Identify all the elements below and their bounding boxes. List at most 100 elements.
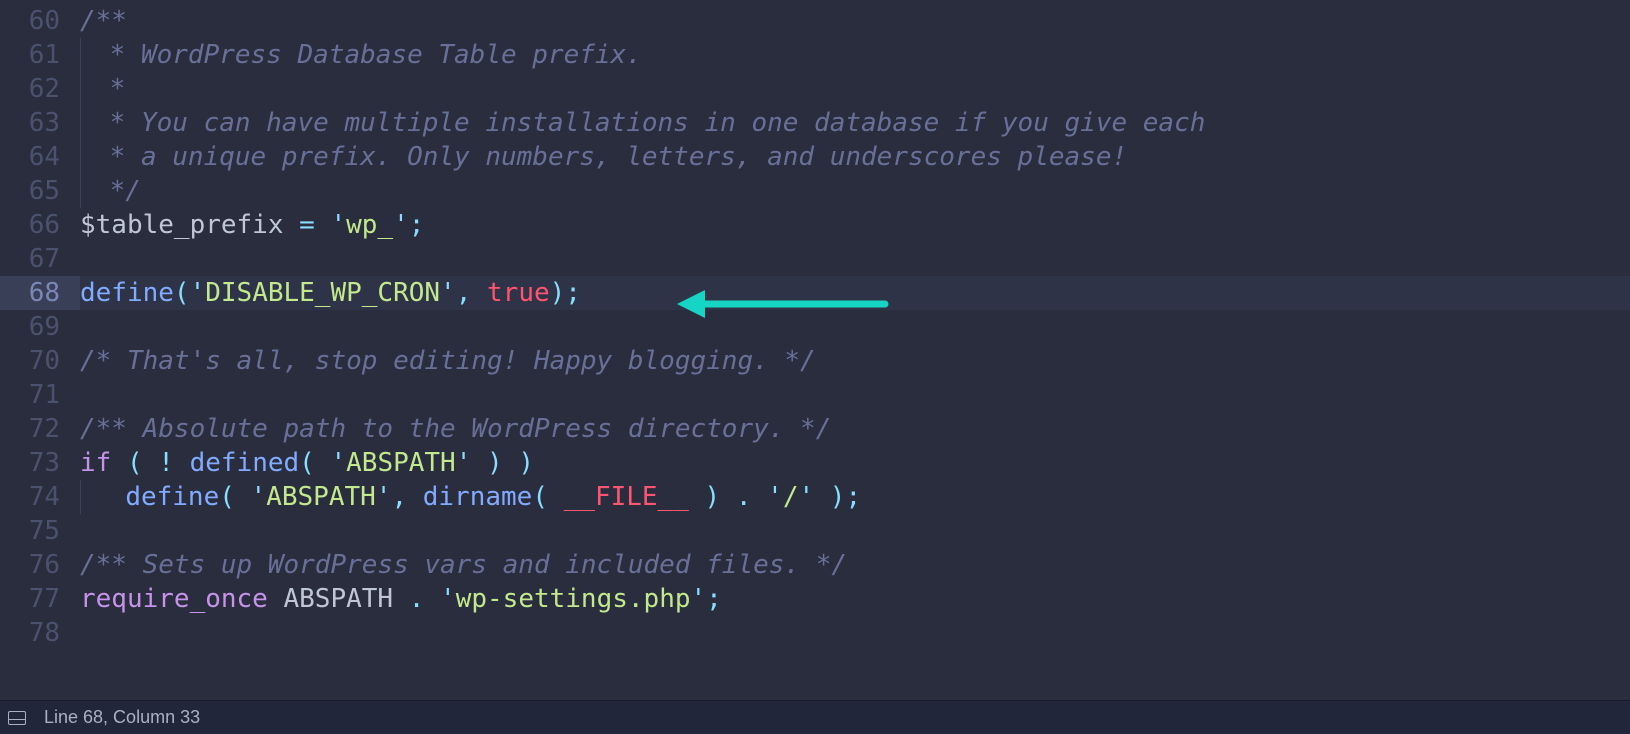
code-line[interactable]: 60/** [0,4,1630,38]
code-line[interactable]: 74 define( 'ABSPATH', dirname( __FILE__ … [0,480,1630,514]
token: * [94,74,125,104]
line-number[interactable]: 68 [0,276,80,310]
line-number[interactable]: 73 [0,446,80,480]
code-content[interactable]: * a unique prefix. Only numbers, letters… [80,140,1630,174]
token: ( [174,278,190,308]
token: ) [830,482,846,512]
code-content[interactable]: /** Absolute path to the WordPress direc… [80,412,1630,446]
token: DISABLE_WP_CRON [205,278,440,308]
token: defined [190,448,300,478]
code-line[interactable]: 68define('DISABLE_WP_CRON', true); [0,276,1630,310]
token: ' [440,584,456,614]
token: ; [845,482,861,512]
indent-guide [80,38,94,72]
code-line[interactable]: 70/* That's all, stop editing! Happy blo… [0,344,1630,378]
token: ' [393,210,409,240]
code-content[interactable]: require_once ABSPATH . 'wp-settings.php'… [80,582,1630,616]
code-content[interactable]: /** Sets up WordPress vars and included … [80,548,1630,582]
code-content[interactable]: * [80,72,1630,106]
code-line[interactable]: 75 [0,514,1630,548]
token [407,482,423,512]
line-number[interactable]: 70 [0,344,80,378]
token [424,584,440,614]
code-content[interactable]: /** [80,4,1630,38]
line-number[interactable]: 62 [0,72,80,106]
line-number[interactable]: 78 [0,616,80,650]
token [503,448,519,478]
token: ' [330,210,346,240]
token: ' [798,482,814,512]
token [720,482,736,512]
line-number[interactable]: 77 [0,582,80,616]
line-number[interactable]: 75 [0,514,80,548]
token: = [299,210,315,240]
code-content[interactable]: */ [80,174,1630,208]
token: ) [518,448,534,478]
token: /* That's all, stop editing! Happy blogg… [80,346,816,376]
token: . [736,482,752,512]
token [814,482,830,512]
code-content[interactable]: if ( ! defined( 'ABSPATH' ) ) [80,446,1630,480]
code-line[interactable]: 73if ( ! defined( 'ABSPATH' ) ) [0,446,1630,480]
code-line[interactable]: 63 * You can have multiple installations… [0,106,1630,140]
code-line[interactable]: 76/** Sets up WordPress vars and include… [0,548,1630,582]
token: /** Absolute path to the WordPress direc… [80,414,831,444]
line-number[interactable]: 72 [0,412,80,446]
code-line[interactable]: 64 * a unique prefix. Only numbers, lett… [0,140,1630,174]
code-line[interactable]: 71 [0,378,1630,412]
code-content[interactable]: define( 'ABSPATH', dirname( __FILE__ ) .… [80,480,1630,514]
code-line[interactable]: 62 * [0,72,1630,106]
code-line[interactable]: 66$table_prefix = 'wp_'; [0,208,1630,242]
code-line[interactable]: 77require_once ABSPATH . 'wp-settings.ph… [0,582,1630,616]
token [268,584,284,614]
code-line[interactable]: 67 [0,242,1630,276]
code-line[interactable]: 61 * WordPress Database Table prefix. [0,38,1630,72]
token: ' [190,278,206,308]
token: . [409,584,425,614]
token: wp_ [346,210,393,240]
line-number[interactable]: 67 [0,242,80,276]
code-line[interactable]: 72/** Absolute path to the WordPress dir… [0,412,1630,446]
line-number[interactable]: 76 [0,548,80,582]
line-number[interactable]: 65 [0,174,80,208]
token: ' [691,584,707,614]
code-content[interactable]: $table_prefix = 'wp_'; [80,208,1630,242]
code-line[interactable]: 78 [0,616,1630,650]
code-line[interactable]: 65 */ [0,174,1630,208]
line-number[interactable]: 71 [0,378,80,412]
line-number[interactable]: 60 [0,4,80,38]
token: /** [80,6,127,36]
code-content[interactable]: * You can have multiple installations in… [80,106,1630,140]
token [174,448,190,478]
token: ABSPATH [346,448,456,478]
token: ) [705,482,721,512]
token [548,482,564,512]
line-number[interactable]: 63 [0,106,80,140]
panel-toggle-icon[interactable] [8,711,26,725]
cursor-position: Line 68, Column 33 [44,707,200,728]
token: ' [767,482,783,512]
token: */ [94,176,141,206]
token: , [456,278,472,308]
code-content[interactable]: define('DISABLE_WP_CRON', true); [80,276,1630,310]
line-number[interactable]: 66 [0,208,80,242]
line-number[interactable]: 69 [0,310,80,344]
token [94,482,125,512]
code-area[interactable]: 60/**61 * WordPress Database Table prefi… [0,0,1630,700]
token: * You can have multiple installations in… [94,108,1205,138]
code-content[interactable]: * WordPress Database Table prefix. [80,38,1630,72]
token: ; [565,278,581,308]
token: /** Sets up WordPress vars and included … [80,550,847,580]
token: define [125,482,219,512]
code-content[interactable]: /* That's all, stop editing! Happy blogg… [80,344,1630,378]
token: dirname [423,482,533,512]
token [752,482,768,512]
line-number[interactable]: 61 [0,38,80,72]
line-number[interactable]: 74 [0,480,80,514]
token: ; [706,584,722,614]
token: define [80,278,174,308]
token: * WordPress Database Table prefix. [94,40,642,70]
code-line[interactable]: 69 [0,310,1630,344]
line-number[interactable]: 64 [0,140,80,174]
token [284,210,300,240]
